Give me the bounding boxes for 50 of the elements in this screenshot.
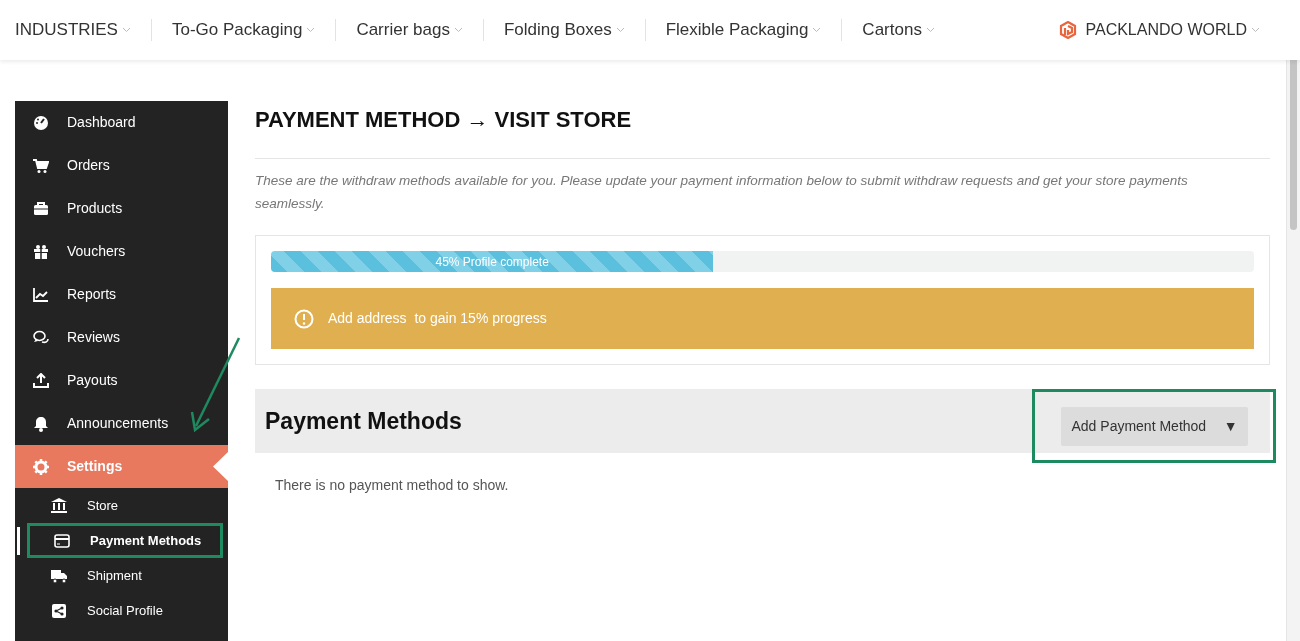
nav-menu-link[interactable]: INDUSTRIES <box>15 17 131 43</box>
add-payment-method-dropdown[interactable]: Add Payment Method ▼ <box>1060 406 1248 446</box>
section-heading: Payment Methods <box>265 406 462 436</box>
chevron-down-icon <box>925 27 935 33</box>
truck-icon <box>51 567 67 584</box>
active-indicator <box>17 527 20 555</box>
line-chart-icon <box>33 286 49 303</box>
sidebar-item[interactable]: Vouchers <box>15 230 228 273</box>
page-title: PAYMENT METHOD → VISIT STORE <box>255 101 1270 159</box>
empty-state-message: There is no payment method to show. <box>275 476 510 495</box>
nav-menu-link[interactable]: Cartons <box>862 17 935 43</box>
briefcase-icon <box>33 200 49 217</box>
cart-icon <box>33 157 49 174</box>
sidebar-item[interactable]: Payouts <box>15 359 228 402</box>
sidebar-item[interactable]: Orders <box>15 144 228 187</box>
upload-tray-icon <box>33 372 49 389</box>
sidebar-item[interactable]: Reviews <box>15 316 228 359</box>
bell-icon <box>33 415 49 432</box>
notice-text: Add address to gain 15% progress <box>328 309 547 328</box>
chevron-down-icon <box>812 27 822 33</box>
chevron-down-icon <box>453 27 463 33</box>
intro-text: These are the withdraw methods available for you. Please update your payment information below to submit withdraw requests and get your store payments seamlessly. <box>255 172 1189 213</box>
sidebar-item[interactable]: Announcements <box>15 402 228 445</box>
chat-bubbles-icon <box>33 329 49 346</box>
sidebar-subitem[interactable]: Store <box>30 488 220 523</box>
brand-logo-icon <box>1059 21 1078 39</box>
gift-icon <box>33 243 49 260</box>
exclamation-circle-icon <box>294 308 314 329</box>
credit-card-icon <box>54 532 70 549</box>
nav-menu-link[interactable]: Carrier bags <box>356 17 463 43</box>
speedometer-icon <box>33 114 49 131</box>
sidebar-subitem[interactable]: Shipment <box>30 558 220 593</box>
chevron-down-icon <box>306 27 316 33</box>
brand-menu-link[interactable]: PACKLANDO WORLD <box>1085 18 1260 42</box>
chevron-down-icon <box>615 27 625 33</box>
sidebar-item[interactable]: Products <box>15 187 228 230</box>
sidebar-item[interactable]: Reports <box>15 273 228 316</box>
sidebar-subitem[interactable]: Payment Methods <box>27 523 223 558</box>
bank-icon <box>51 497 67 514</box>
chevron-down-icon <box>1251 27 1260 33</box>
gear-icon <box>33 458 49 475</box>
nav-menu-link[interactable]: To-Go Packaging <box>171 17 316 43</box>
share-square-icon <box>51 602 67 619</box>
nav-menu-link[interactable]: Folding Boxes <box>503 17 625 43</box>
progress-label: 45% Profile complete <box>435 253 549 271</box>
chevron-down-icon <box>121 27 131 33</box>
selection-notch-icon <box>213 452 228 481</box>
sidebar-item[interactable]: Dashboard <box>15 101 228 144</box>
sidebar-subitem[interactable]: Social Profile <box>30 593 220 628</box>
nav-menu-link[interactable]: Flexible Packaging <box>665 17 822 43</box>
